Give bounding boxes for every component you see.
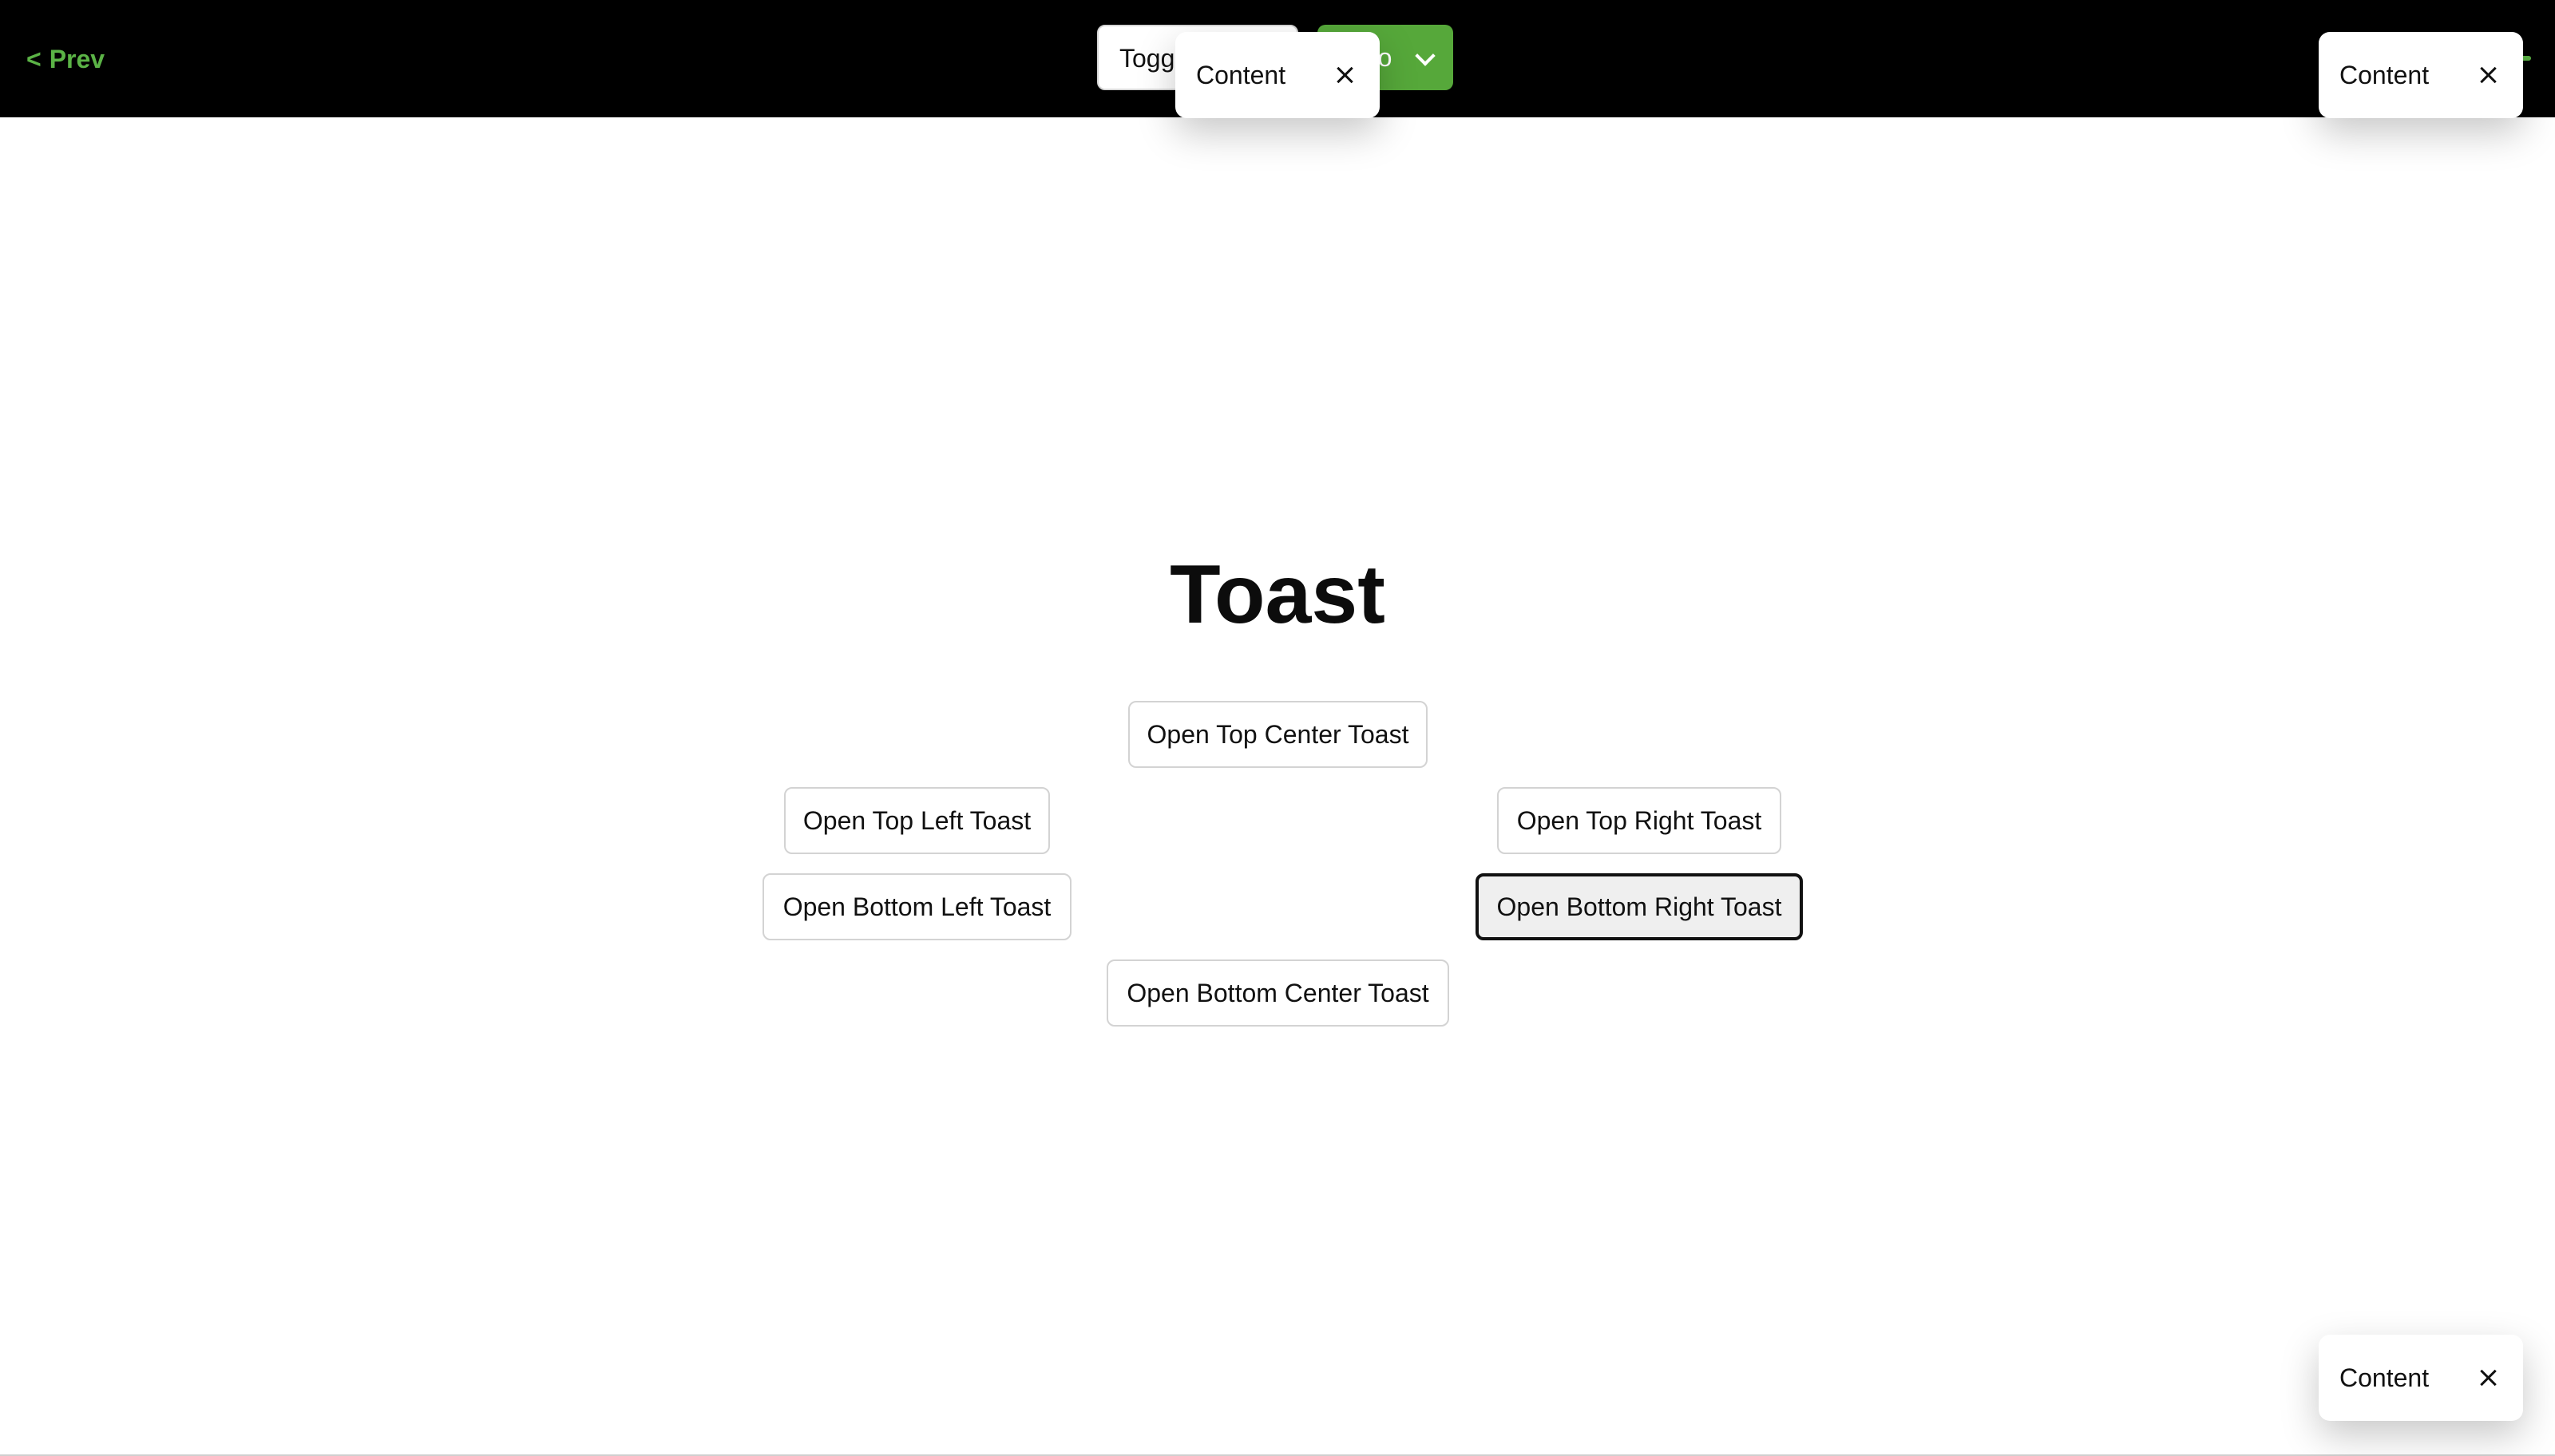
toast-top-center: Content [1175, 32, 1380, 118]
page: <Prev Toggle Goto Content Content Conten… [0, 0, 2555, 1456]
toast-content: Content [1196, 61, 1286, 89]
close-icon[interactable] [2475, 1365, 2501, 1391]
page-title: Toast [1170, 548, 1385, 641]
open-top-center-toast-button[interactable]: Open Top Center Toast [1128, 701, 1428, 768]
prev-link[interactable]: < Prev [26, 38, 105, 80]
toast-content: Content [2339, 61, 2430, 89]
open-bottom-left-toast-button[interactable]: Open Bottom Left Toast [763, 873, 1072, 940]
toast-bottom-right: Content [2319, 1335, 2523, 1421]
open-bottom-center-toast-button[interactable]: Open Bottom Center Toast [1107, 959, 1449, 1027]
close-icon[interactable] [1332, 62, 1357, 88]
prev-label: Prev [49, 45, 105, 73]
chevron-down-icon [1415, 46, 1436, 66]
close-icon[interactable] [2475, 62, 2501, 88]
chevron-left-icon: < [26, 45, 42, 73]
toast-content: Content [2339, 1363, 2430, 1392]
open-top-left-toast-button[interactable]: Open Top Left Toast [784, 787, 1050, 854]
open-bottom-right-toast-button[interactable]: Open Bottom Right Toast [1476, 873, 1803, 940]
toast-top-right: Content [2319, 32, 2523, 118]
open-top-right-toast-button[interactable]: Open Top Right Toast [1497, 787, 1781, 854]
